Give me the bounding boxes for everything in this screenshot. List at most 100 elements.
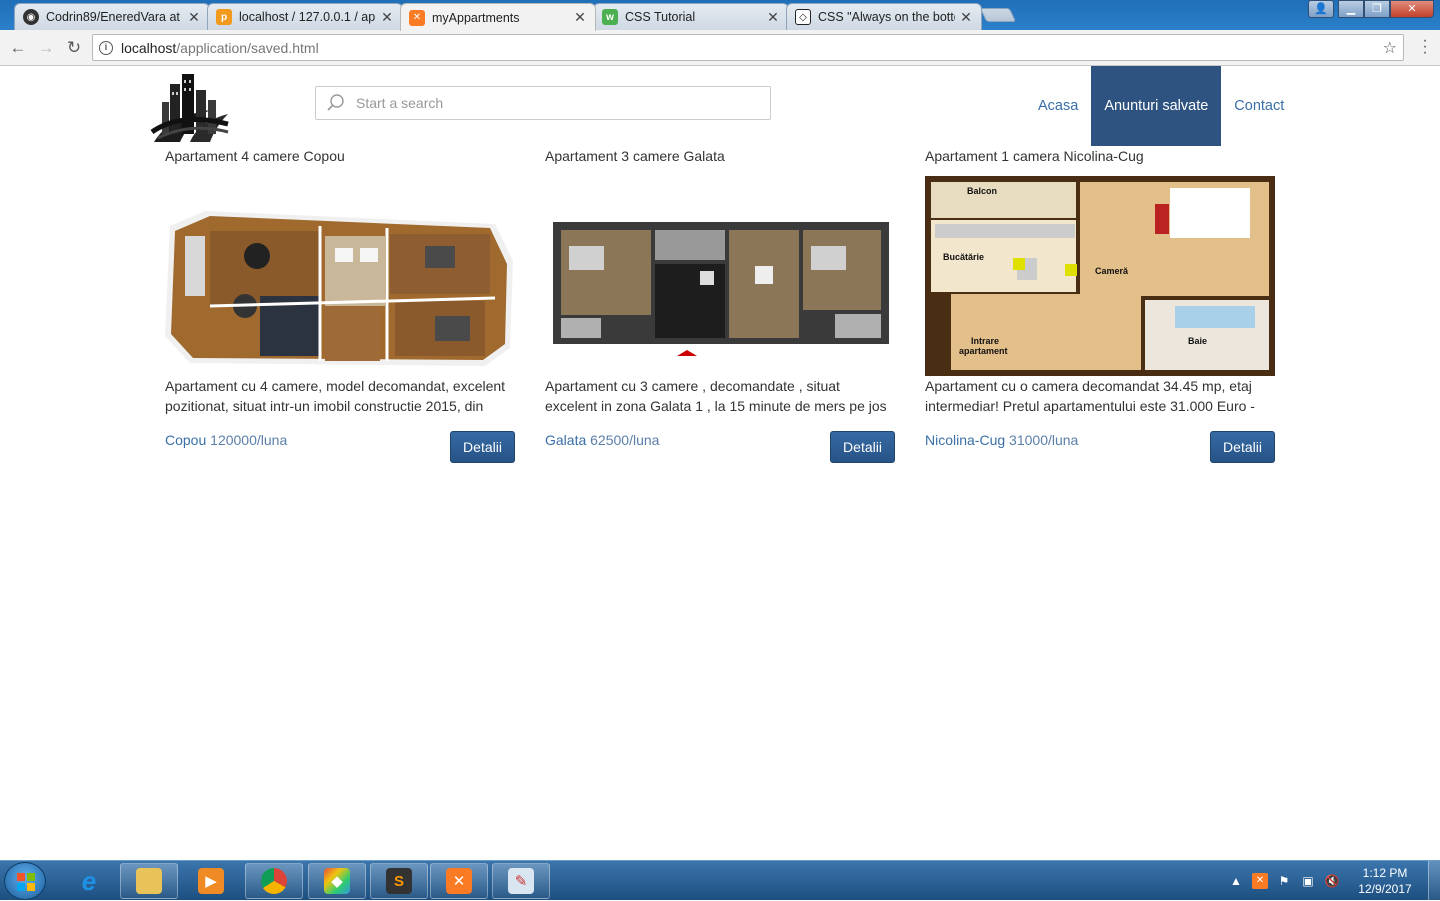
room-label: Balcon (967, 186, 997, 196)
room-label: apartament (959, 346, 1008, 356)
windows-logo-icon (17, 873, 35, 891)
listing-meta: Copou 120000/luna (165, 432, 287, 448)
taskbar-media[interactable]: ▶ (182, 863, 240, 899)
listing-price: 120000/luna (210, 432, 288, 448)
main-nav: Acasa Anunturi salvate Contact (1025, 66, 1297, 146)
nav-contact[interactable]: Contact (1221, 66, 1297, 146)
search-input[interactable] (356, 95, 736, 111)
url-host: localhost (121, 39, 177, 56)
page: Acasa Anunturi salvate Contact Apartamen… (0, 66, 1440, 860)
nav-acasa[interactable]: Acasa (1025, 66, 1091, 146)
maximize-button[interactable]: ❐ (1364, 0, 1390, 18)
action-center-flag-icon[interactable]: ⚑ (1276, 873, 1292, 889)
search-bar[interactable] (315, 86, 771, 120)
phpmyadmin-icon: p (216, 9, 232, 25)
taskbar-explorer[interactable] (120, 863, 178, 899)
paint-icon: ✎ (508, 868, 534, 894)
taskbar: e ▶ ◆ S ✕ ✎ ▲ ✕ ⚑ ▣ 🔇 1:12 PM 12/9/2017 (0, 860, 1440, 901)
tab-title: CSS "Always on the botto (818, 10, 955, 24)
chrome-icon (261, 868, 287, 894)
bookmark-star-icon[interactable]: ☆ (1383, 38, 1397, 58)
listing-title[interactable]: Apartament 4 camere Copou (165, 146, 515, 166)
w3schools-icon: w (602, 9, 618, 25)
tab-title: Codrin89/EneredVara at (46, 10, 180, 24)
user-icon[interactable]: 👤 (1308, 0, 1334, 18)
tab-title: myAppartments (432, 10, 520, 25)
show-desktop-button[interactable] (1428, 861, 1440, 901)
taskbar-app[interactable]: ◆ (308, 863, 366, 899)
listing-meta: Nicolina-Cug 31000/luna (925, 432, 1078, 448)
clock[interactable]: 1:12 PM 12/9/2017 (1350, 865, 1420, 897)
listing-card: Apartament 4 camere Copou Apartament cu … (165, 146, 515, 463)
close-icon[interactable]: ✕ (766, 9, 780, 26)
media-player-icon: ▶ (198, 868, 224, 894)
window-controls: 👤 ▁ ❐ ✕ (1308, 0, 1434, 18)
listing-description: Apartament cu o camera decomandat 34.45 … (925, 378, 1255, 414)
listing-price: 62500/luna (590, 432, 660, 448)
floorplan-image[interactable] (165, 176, 515, 376)
room-label: Intrare (971, 336, 999, 346)
listing-area[interactable]: Nicolina-Cug (925, 432, 1005, 448)
clock-time: 1:12 PM (1362, 866, 1408, 880)
room-label: Cameră (1095, 266, 1129, 276)
details-button[interactable]: Detalii (450, 431, 515, 463)
taskbar-xampp[interactable]: ✕ (430, 863, 488, 899)
listing-card: Apartament 3 camere Galata Apartament cu… (545, 146, 895, 463)
clock-date: 12/9/2017 (1358, 882, 1412, 896)
new-tab-button[interactable] (979, 8, 1017, 22)
menu-dots-icon[interactable]: · · · (1422, 33, 1428, 61)
tab-title: CSS Tutorial (625, 10, 696, 24)
tab-codepen[interactable]: ◇ CSS "Always on the botto ✕ (786, 3, 982, 30)
folder-icon (136, 868, 162, 894)
show-hidden-icons-icon[interactable]: ▲ (1228, 873, 1244, 889)
tab-css-tutorial[interactable]: w CSS Tutorial ✕ (593, 3, 789, 30)
listing-description: Apartament cu 4 camere, model decomandat… (165, 378, 506, 414)
taskbar-sublime[interactable]: S (370, 863, 428, 899)
volume-muted-icon[interactable]: 🔇 (1324, 873, 1340, 889)
close-icon[interactable]: ✕ (573, 9, 587, 26)
taskbar-chrome[interactable] (245, 863, 303, 899)
floorplan-image[interactable]: Balcon Bucătărie Cameră Baie Intrare apa… (925, 176, 1275, 376)
nav-anunturi-salvate[interactable]: Anunturi salvate (1091, 66, 1222, 146)
listing-title[interactable]: Apartament 1 camera Nicolina-Cug (925, 146, 1275, 166)
xampp-tray-icon[interactable]: ✕ (1252, 873, 1268, 889)
search-icon (327, 94, 344, 111)
tab-github[interactable]: ◉ Codrin89/EneredVara at ✕ (14, 3, 210, 30)
back-arrow-icon[interactable]: ← (8, 38, 28, 58)
system-tray: ▲ ✕ ⚑ ▣ 🔇 1:12 PM 12/9/2017 (1224, 861, 1440, 901)
tab-title: localhost / 127.0.0.1 / ap (239, 10, 376, 24)
network-icon[interactable]: ▣ (1300, 873, 1316, 889)
listing-card: Apartament 1 camera Nicolina-Cug Balcon … (925, 146, 1275, 463)
details-button[interactable]: Detalii (830, 431, 895, 463)
puzzle-app-icon: ◆ (324, 868, 350, 894)
browser-toolbar: ← → ↻ i localhost/application/saved.html… (0, 30, 1440, 66)
tab-phpmyadmin[interactable]: p localhost / 127.0.0.1 / ap ✕ (207, 3, 403, 30)
url-path: /application/saved.html (176, 39, 319, 56)
xampp-icon: ✕ (446, 868, 472, 894)
listing-area[interactable]: Copou (165, 432, 206, 448)
info-icon[interactable]: i (99, 40, 113, 55)
close-icon[interactable]: ✕ (959, 9, 973, 26)
sublime-text-icon: S (386, 868, 412, 894)
internet-explorer-icon: e (81, 865, 97, 896)
close-icon[interactable]: ✕ (380, 9, 394, 26)
reload-icon[interactable]: ↻ (64, 38, 84, 58)
window-close-button[interactable]: ✕ (1390, 0, 1434, 18)
github-icon: ◉ (23, 9, 39, 25)
codepen-icon: ◇ (795, 9, 811, 25)
details-button[interactable]: Detalii (1210, 431, 1275, 463)
listing-area[interactable]: Galata (545, 432, 586, 448)
minimize-button[interactable]: ▁ (1338, 0, 1364, 18)
room-label: Baie (1188, 336, 1207, 346)
forward-arrow-icon[interactable]: → (36, 38, 56, 58)
logo[interactable] (150, 66, 230, 146)
taskbar-ie[interactable]: e (60, 863, 118, 899)
start-button[interactable] (4, 862, 46, 900)
close-icon[interactable]: ✕ (187, 9, 201, 26)
listing-title[interactable]: Apartament 3 camere Galata (545, 146, 895, 166)
browser-tab-strip: ◉ Codrin89/EneredVara at ✕ p localhost /… (0, 0, 1440, 31)
address-bar[interactable]: i localhost/application/saved.html ☆ (92, 34, 1404, 61)
tab-myappartments[interactable]: ✕ myAppartments ✕ (400, 3, 596, 31)
taskbar-paint[interactable]: ✎ (492, 863, 550, 899)
floorplan-image[interactable] (545, 176, 895, 376)
